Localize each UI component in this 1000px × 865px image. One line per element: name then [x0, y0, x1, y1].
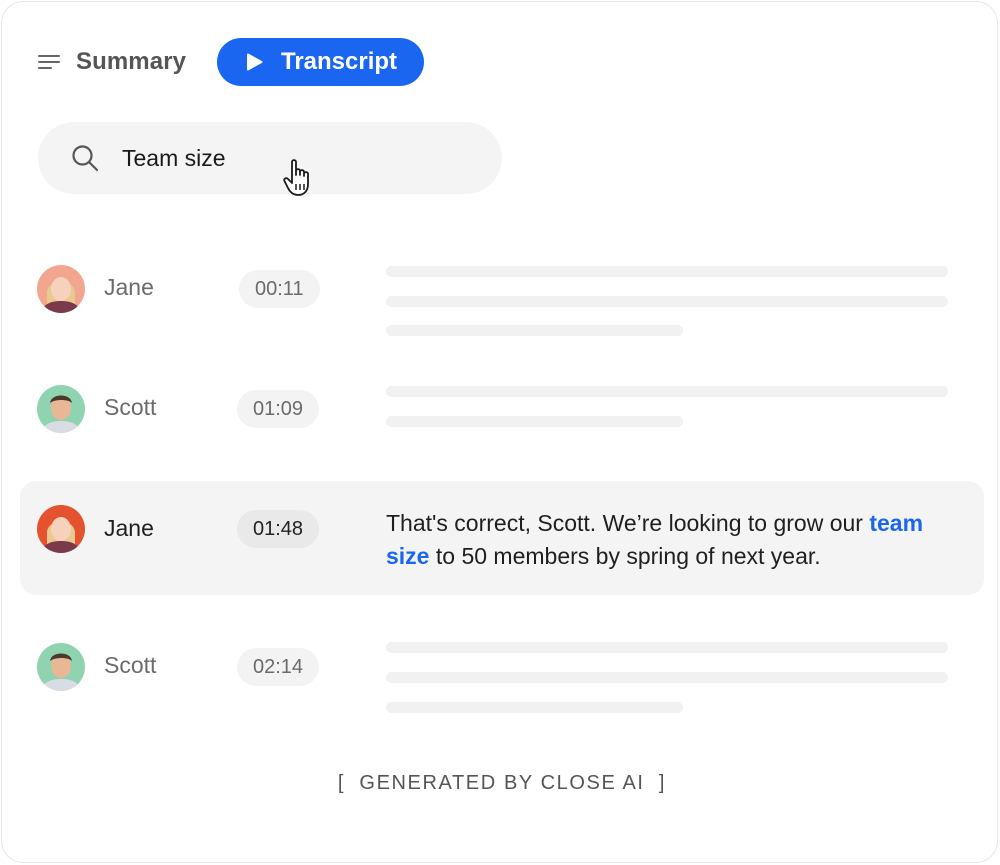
tab-transcript-label: Transcript	[281, 48, 398, 75]
transcript-card: Summary Transcript Team size Jane 00:11 …	[1, 1, 998, 863]
speaker-name: Scott	[104, 394, 157, 420]
text-placeholder-bar	[386, 296, 948, 307]
avatar-scott	[37, 385, 85, 433]
timestamp-badge[interactable]: 00:11	[239, 270, 320, 308]
transcript-row[interactable]: Scott 02:14	[20, 610, 984, 724]
search-query: Team size	[122, 144, 226, 171]
transcript-row-active[interactable]: Jane 01:48 That's correct, Scott. We’re …	[20, 481, 984, 595]
tab-summary[interactable]: Summary	[38, 42, 186, 82]
footer-open-bracket: [	[337, 772, 346, 794]
speaker-name: Jane	[104, 274, 154, 300]
text-placeholder-bar	[386, 416, 683, 427]
search-input[interactable]: Team size	[38, 122, 502, 194]
transcript-text-end: to 50 members by spring of next year.	[429, 543, 821, 569]
timestamp-badge[interactable]: 01:48	[237, 510, 320, 548]
generated-by-footer: [ GENERATED BY CLOSE AI ]	[2, 772, 1000, 795]
footer-label: GENERATED BY CLOSE AI	[359, 772, 645, 794]
tab-transcript[interactable]: Transcript	[217, 38, 424, 86]
avatar-jane	[37, 505, 85, 553]
text-placeholder-bar	[386, 325, 683, 336]
summary-lines-icon	[38, 54, 60, 70]
text-placeholder-bar	[386, 386, 948, 397]
search-icon	[72, 145, 99, 172]
transcript-text: That's correct, Scott. We’re looking to …	[386, 507, 966, 573]
transcript-text-start: That's correct, Scott. We’re looking to …	[386, 510, 870, 536]
avatar-scott	[37, 643, 85, 691]
timestamp-badge[interactable]: 01:09	[237, 390, 320, 428]
avatar-jane	[37, 265, 85, 313]
transcript-row[interactable]: Jane 00:11	[20, 232, 984, 346]
play-icon	[247, 53, 263, 71]
text-placeholder-bar	[386, 266, 948, 277]
hand-cursor-icon	[283, 159, 309, 196]
footer-close-bracket: ]	[658, 772, 667, 794]
timestamp-badge[interactable]: 02:14	[237, 648, 320, 686]
text-placeholder-bar	[386, 702, 683, 713]
tab-summary-label: Summary	[76, 48, 187, 75]
speaker-name: Jane	[104, 515, 154, 541]
text-placeholder-bar	[386, 672, 948, 683]
speaker-name: Scott	[104, 652, 157, 678]
transcript-row[interactable]: Scott 01:09	[20, 352, 984, 466]
text-placeholder-bar	[386, 642, 948, 653]
